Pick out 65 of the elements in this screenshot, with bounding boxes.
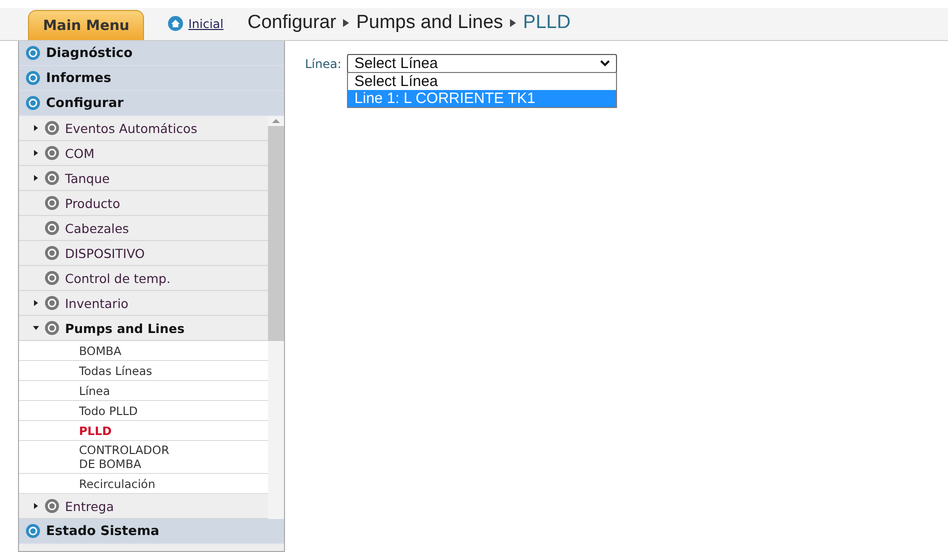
menu-item-label: COM [65, 146, 94, 160]
main-menu-tab[interactable]: Main Menu [28, 10, 144, 40]
section-icon [25, 523, 41, 539]
menu-item[interactable]: Tanque [19, 166, 268, 191]
menu-item-label: Tanque [65, 170, 110, 186]
menu-item[interactable]: Producto [19, 191, 268, 216]
menu-section[interactable]: Informes [19, 66, 284, 91]
circle-icon [44, 245, 60, 261]
circle-icon [44, 295, 60, 311]
breadcrumb-item: Configurar [248, 12, 336, 34]
collapsed-arrow-icon[interactable] [33, 175, 39, 181]
section-label: Configurar [46, 96, 124, 110]
circle-icon [44, 145, 60, 161]
submenu-item[interactable]: Todo PLLD [19, 401, 268, 421]
submenu-item[interactable]: CONTROLADOR DE BOMBA [19, 441, 268, 474]
collapsed-arrow-icon[interactable] [33, 150, 39, 156]
menu-item-label: Cabezales [65, 220, 129, 236]
menu-item-label: Entrega [65, 498, 114, 514]
menu-section[interactable]: Diagnóstico [19, 41, 284, 66]
collapsed-arrow-icon[interactable] [33, 125, 39, 131]
menu-item-label: Eventos Automáticos [65, 120, 198, 136]
circle-icon [44, 270, 60, 286]
section-label: Estado Sistema [46, 524, 160, 538]
home-link[interactable]: Inicial [168, 16, 224, 31]
circle-icon [44, 498, 60, 514]
section-icon [25, 95, 41, 111]
submenu-item[interactable]: BOMBA [19, 341, 268, 361]
menu-item-label: Inventario [65, 296, 128, 310]
menu-item[interactable]: Cabezales [19, 216, 268, 241]
expanded-arrow-icon[interactable] [33, 325, 39, 331]
collapsed-arrow-icon[interactable] [33, 503, 39, 509]
menu-item[interactable]: Inventario [19, 291, 268, 316]
menu-item[interactable]: COM [19, 141, 268, 166]
menu-item-label: Control de temp. [65, 270, 170, 286]
menu-item-label: DISPOSITIVO [65, 246, 145, 260]
home-icon [168, 16, 184, 31]
field-label: Línea: [305, 57, 342, 71]
breadcrumb-item: Pumps and Lines [356, 12, 504, 34]
submenu-item[interactable]: Recirculación [19, 474, 268, 494]
menu-item[interactable]: Control de temp. [19, 266, 268, 291]
menu-item-label: Pumps and Lines [65, 320, 185, 336]
menu-item-label: Producto [65, 196, 120, 210]
scroll-up-icon[interactable] [272, 116, 280, 126]
menu-item[interactable]: Eventos Automáticos [19, 116, 268, 141]
breadcrumb-item: PLLD [523, 12, 571, 34]
submenu-item[interactable]: Línea [19, 381, 268, 401]
section-label: Diagnóstico [46, 46, 133, 60]
separator-icon [342, 19, 350, 27]
submenu-item[interactable]: Todas Líneas [19, 361, 268, 381]
submenu-item[interactable]: PLLD [19, 421, 268, 441]
circle-icon [44, 195, 60, 211]
separator-icon [509, 19, 518, 27]
circle-icon [44, 120, 60, 136]
section-icon [25, 70, 41, 86]
scrollbar[interactable] [268, 116, 284, 519]
menu-section[interactable]: Configurar [19, 91, 284, 116]
collapsed-arrow-icon[interactable] [33, 300, 39, 306]
circle-icon [44, 320, 60, 336]
circle-icon [44, 220, 60, 236]
menu-item[interactable]: DISPOSITIVO [19, 241, 268, 266]
section-label: Informes [46, 70, 112, 86]
section-icon [25, 45, 41, 61]
circle-icon [44, 170, 60, 186]
chevron-down-icon [600, 60, 610, 67]
menu-section[interactable]: Estado Sistema [19, 519, 284, 544]
